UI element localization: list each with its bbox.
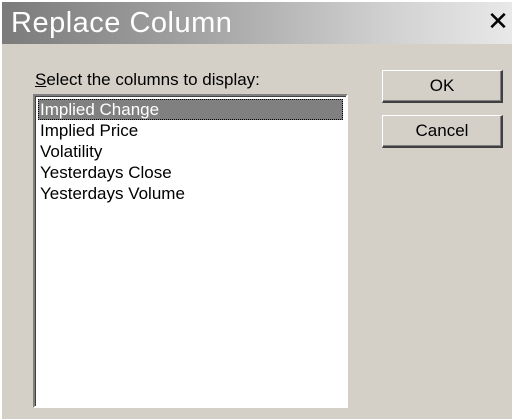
replace-column-dialog: Replace Column ✕ Select the columns to d… (0, 0, 512, 419)
dialog-title: Replace Column (11, 7, 233, 39)
list-item-volatility[interactable]: Volatility (38, 141, 343, 162)
ok-button[interactable]: OK (382, 70, 503, 103)
list-item-yesterdays-close[interactable]: Yesterdays Close (38, 162, 343, 183)
prompt-accelerator: S (35, 70, 47, 89)
columns-prompt-label: Select the columns to display: (35, 70, 260, 90)
title-bar[interactable]: Replace Column ✕ (2, 2, 512, 44)
columns-list: Implied Change Implied Price Volatility … (38, 99, 343, 204)
columns-listbox[interactable]: Implied Change Implied Price Volatility … (33, 94, 348, 408)
cancel-button[interactable]: Cancel (382, 115, 503, 148)
list-item-yesterdays-volume[interactable]: Yesterdays Volume (38, 183, 343, 204)
close-icon[interactable]: ✕ (484, 8, 512, 36)
list-item-implied-price[interactable]: Implied Price (38, 120, 343, 141)
list-item-implied-change[interactable]: Implied Change (38, 99, 343, 120)
prompt-text: elect the columns to display: (46, 70, 260, 89)
